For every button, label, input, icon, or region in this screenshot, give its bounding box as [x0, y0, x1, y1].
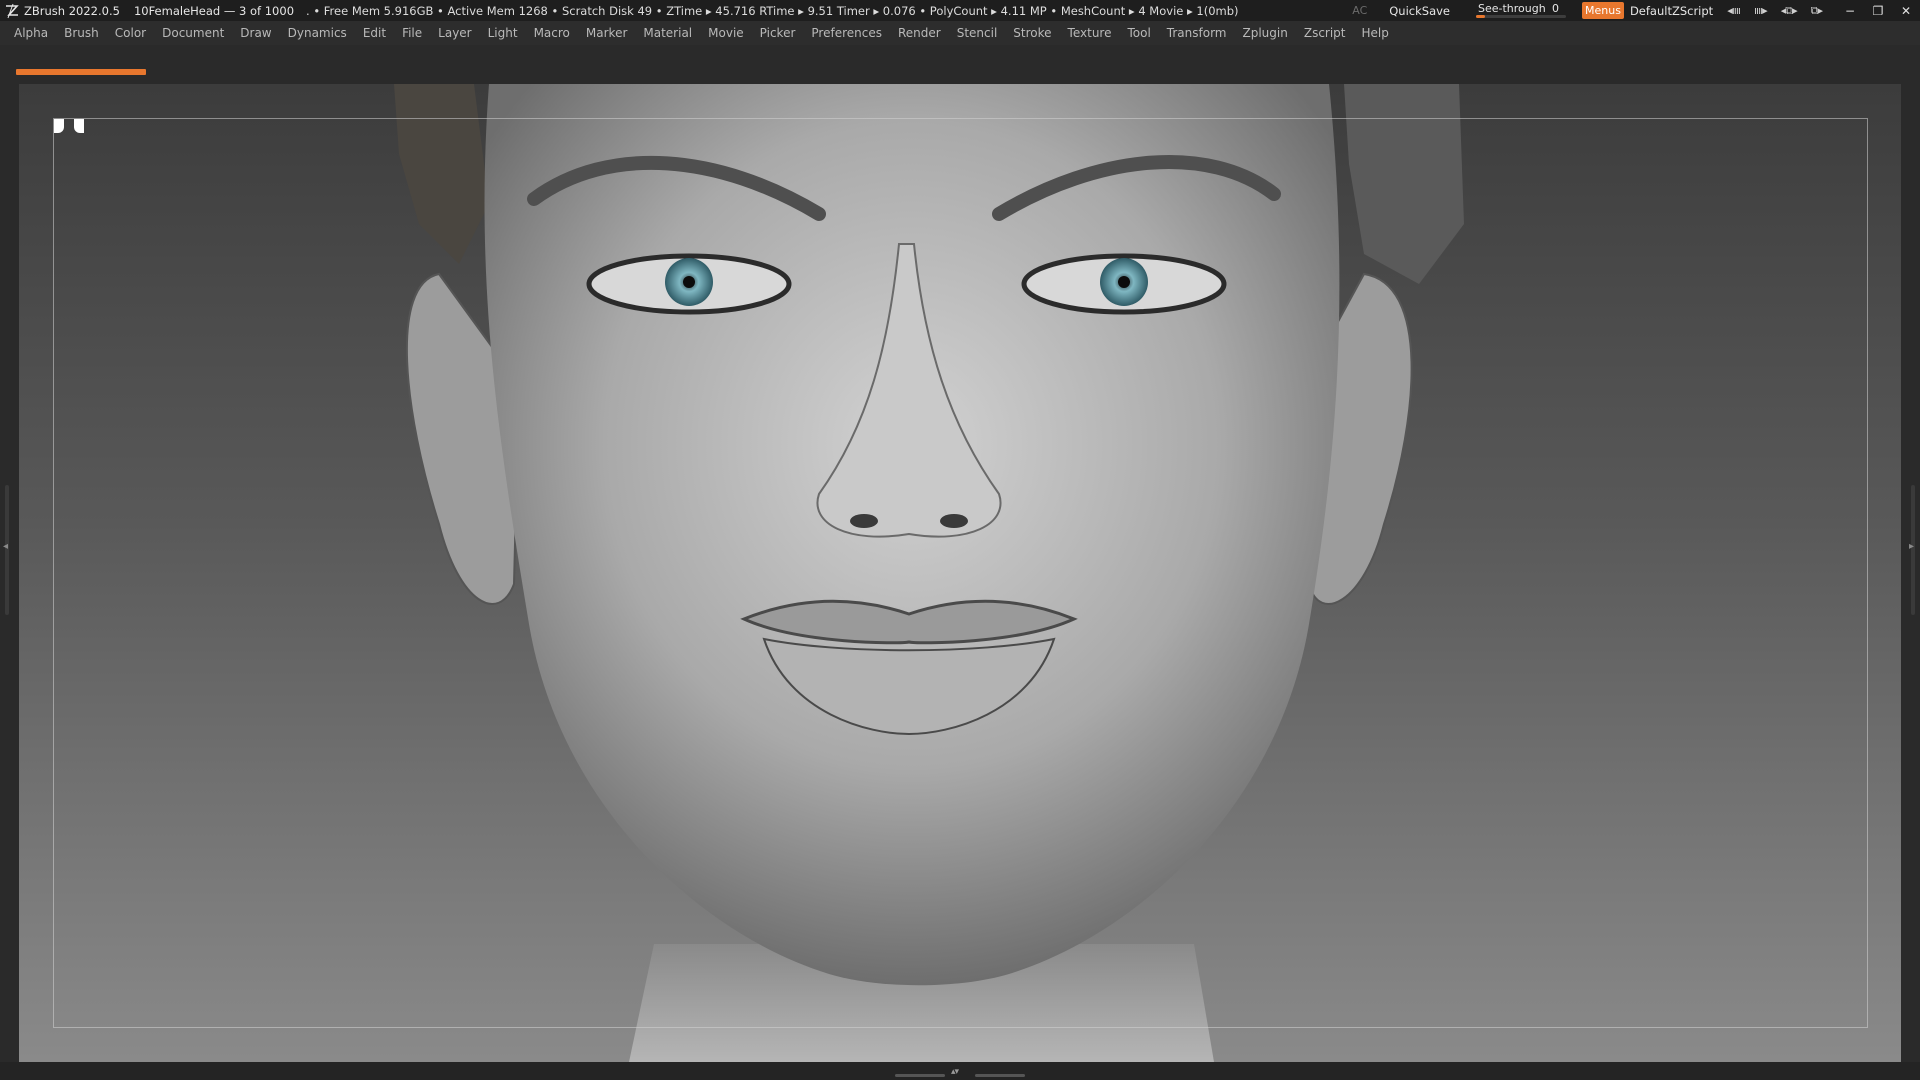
- quicksave-button[interactable]: QuickSave: [1389, 4, 1450, 18]
- menu-document[interactable]: Document: [162, 26, 224, 40]
- menu-stencil[interactable]: Stencil: [957, 26, 998, 40]
- app-name: ZBrush 2022.0.5: [24, 3, 120, 18]
- restore-icon[interactable]: ❐: [1864, 4, 1892, 18]
- bottom-tray-bar-left[interactable]: [895, 1074, 945, 1077]
- title-bar-controls: AC QuickSave See-through 0 Menus Default…: [1352, 0, 1920, 21]
- shelf-tab-strip: [0, 45, 1920, 83]
- expand-ui-icon[interactable]: ıııı▸: [1754, 4, 1768, 17]
- menu-zscript[interactable]: Zscript: [1304, 26, 1346, 40]
- document-name: 10FemaleHead — 3 of 1000: [133, 3, 295, 18]
- menu-color[interactable]: Color: [115, 26, 146, 40]
- menu-zplugin[interactable]: Zplugin: [1243, 26, 1288, 40]
- expand-left-tray-icon[interactable]: ◂: [3, 541, 8, 552]
- zbrush-logo-icon: [6, 3, 19, 18]
- menu-texture[interactable]: Texture: [1068, 26, 1112, 40]
- menu-edit[interactable]: Edit: [363, 26, 386, 40]
- close-icon[interactable]: ✕: [1892, 4, 1920, 18]
- bottom-tray-handle[interactable]: ▴▾: [895, 1067, 1025, 1078]
- shrink-ui-icon[interactable]: ◂ıııı: [1727, 4, 1741, 17]
- menu-layer[interactable]: Layer: [438, 26, 471, 40]
- active-tab-indicator[interactable]: [16, 69, 146, 75]
- menu-draw[interactable]: Draw: [240, 26, 271, 40]
- menu-render[interactable]: Render: [898, 26, 941, 40]
- menu-marker[interactable]: Marker: [586, 26, 627, 40]
- layout-prev-icon[interactable]: ◂⧉▸: [1781, 4, 1798, 18]
- menu-movie[interactable]: Movie: [708, 26, 744, 40]
- title-bar: ZBrush 2022.0.5 10FemaleHead — 3 of 1000…: [0, 0, 1920, 21]
- ac-toggle[interactable]: AC: [1352, 4, 1367, 17]
- main-menu-bar: Alpha Brush Color Document Draw Dynamics…: [0, 21, 1920, 45]
- see-through-slider[interactable]: See-through 0: [1472, 1, 1570, 20]
- document-canvas[interactable]: [19, 84, 1901, 1062]
- right-tray-handle[interactable]: ▸: [1909, 485, 1917, 615]
- see-through-value: 0: [1552, 2, 1559, 15]
- see-through-fill: [1476, 15, 1485, 18]
- default-zscript-button[interactable]: DefaultZScript: [1630, 4, 1713, 18]
- see-through-track[interactable]: [1476, 15, 1566, 18]
- see-through-label: See-through: [1478, 2, 1546, 15]
- expand-bottom-tray-icon[interactable]: ▴▾: [951, 1067, 959, 1077]
- frame-corner-marker: [54, 119, 86, 133]
- memory-stats: . • Free Mem 5.916GB • Active Mem 1268 •…: [306, 3, 1239, 18]
- bottom-tray: ▴▾: [0, 1062, 1920, 1080]
- minimize-icon[interactable]: −: [1836, 4, 1864, 18]
- menu-material[interactable]: Material: [643, 26, 692, 40]
- left-tray-handle[interactable]: ◂: [3, 485, 11, 615]
- document-frame: [53, 118, 1868, 1028]
- bottom-tray-bar-right[interactable]: [975, 1074, 1025, 1077]
- menu-dynamics[interactable]: Dynamics: [288, 26, 347, 40]
- menu-file[interactable]: File: [402, 26, 422, 40]
- menu-help[interactable]: Help: [1362, 26, 1389, 40]
- menus-button[interactable]: Menus: [1582, 2, 1624, 19]
- menu-preferences[interactable]: Preferences: [811, 26, 882, 40]
- layout-next-icon[interactable]: ⧉▸: [1811, 4, 1823, 18]
- menu-light[interactable]: Light: [488, 26, 518, 40]
- menu-picker[interactable]: Picker: [760, 26, 796, 40]
- menu-tool[interactable]: Tool: [1127, 26, 1150, 40]
- menu-transform[interactable]: Transform: [1167, 26, 1227, 40]
- menu-alpha[interactable]: Alpha: [14, 26, 48, 40]
- menu-stroke[interactable]: Stroke: [1013, 26, 1051, 40]
- expand-right-tray-icon[interactable]: ▸: [1909, 541, 1914, 552]
- menu-macro[interactable]: Macro: [534, 26, 570, 40]
- menu-brush[interactable]: Brush: [64, 26, 99, 40]
